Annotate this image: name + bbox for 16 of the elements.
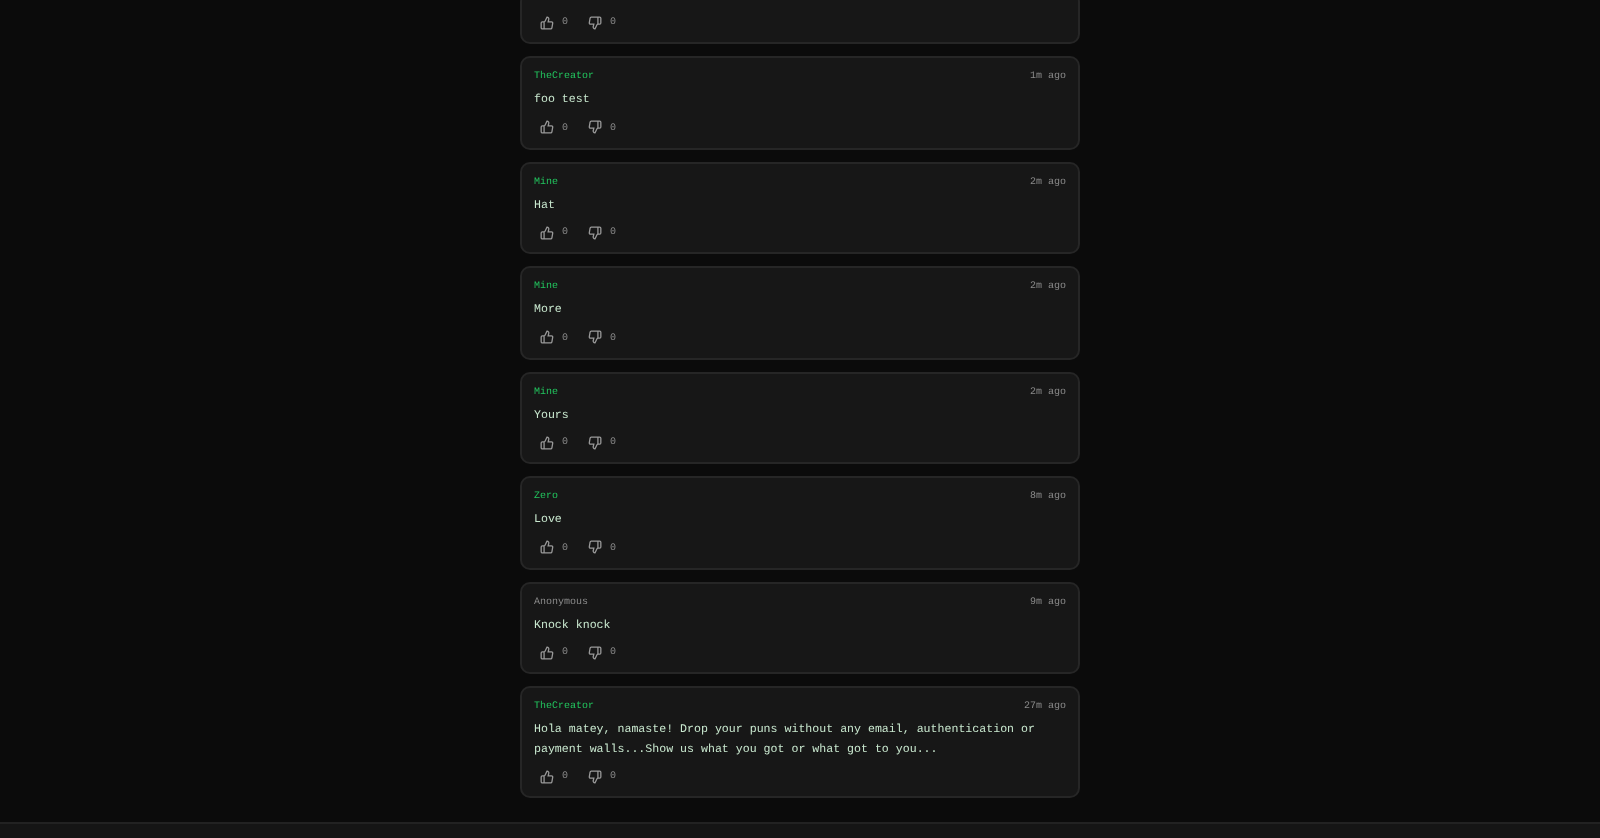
- thumbs-up-icon: [540, 645, 554, 659]
- thumbs-down-icon: [588, 540, 603, 554]
- thumbs-up-icon: [540, 540, 554, 554]
- thumbs-down-icon: [588, 330, 603, 344]
- thumbs-down-icon: [588, 225, 603, 239]
- thumbs-up-icon: [540, 769, 554, 783]
- thumbs-up-icon: [540, 435, 554, 449]
- thumbs-up-icon: [540, 15, 554, 29]
- thumbs-down-icon: [588, 645, 603, 659]
- thumbs-down-icon: [588, 120, 603, 134]
- thumbs-up-icon: [540, 330, 554, 344]
- thumbs-down-icon: [588, 769, 603, 783]
- thumbs-up-icon: [540, 225, 554, 239]
- thumbs-up-icon: [540, 120, 554, 134]
- thumbs-down-icon: [588, 15, 603, 29]
- thumbs-down-icon: [588, 435, 603, 449]
